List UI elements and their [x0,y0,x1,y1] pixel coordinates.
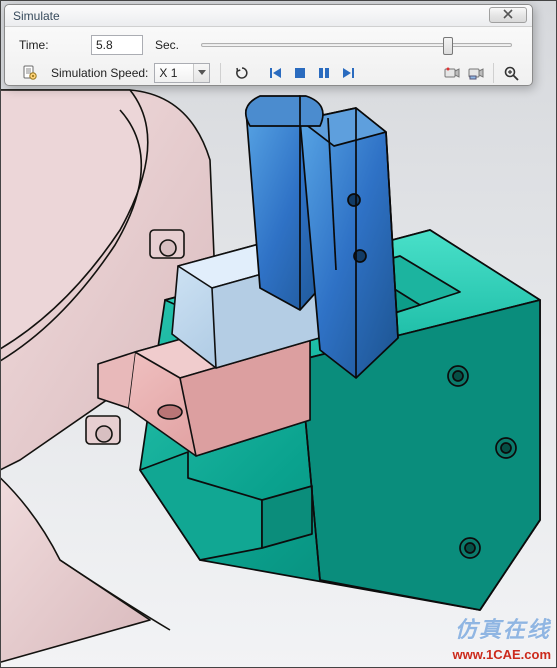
refresh-button[interactable] [231,62,253,84]
step-forward-icon [341,67,355,79]
camera-a-icon [444,66,460,80]
speed-combo[interactable]: X 1 [154,63,210,83]
time-slider-thumb[interactable] [443,37,453,55]
close-button[interactable] [489,7,527,23]
watermark-text: 仿真在线 [455,612,551,644]
separator [493,63,494,83]
chevron-down-icon[interactable] [193,64,209,82]
pause-button[interactable] [313,62,335,84]
camera-b-icon [468,66,484,80]
time-input[interactable]: 5.8 [91,35,143,55]
record-cam-b-button[interactable] [465,62,487,84]
stop-button[interactable] [289,62,311,84]
time-label: Time: [19,38,85,52]
refresh-icon [235,66,249,80]
dialog-title-text: Simulate [13,9,60,23]
close-icon [503,9,513,19]
stop-icon [294,67,306,79]
pause-icon [318,67,330,79]
step-forward-button[interactable] [337,62,359,84]
separator [220,63,221,83]
magnifier-icon [504,66,519,81]
time-unit-label: Sec. [155,38,191,52]
dialog-titlebar[interactable]: Simulate [5,5,532,27]
record-cam-a-button[interactable] [441,62,463,84]
time-slider[interactable] [201,43,512,47]
settings-button[interactable] [19,62,41,84]
step-back-icon [269,67,283,79]
zoom-fit-button[interactable] [500,62,522,84]
cad-3d-viewport[interactable]: 仿真在线 www.1CAE.com [0,0,557,668]
document-gear-icon [22,65,38,81]
speed-label: Simulation Speed: [51,66,148,80]
speed-combo-value: X 1 [159,66,177,80]
simulate-dialog: Simulate Time: 5.8 Sec. [4,4,533,86]
watermark-url: www.1CAE.com [453,647,551,662]
step-back-button[interactable] [265,62,287,84]
